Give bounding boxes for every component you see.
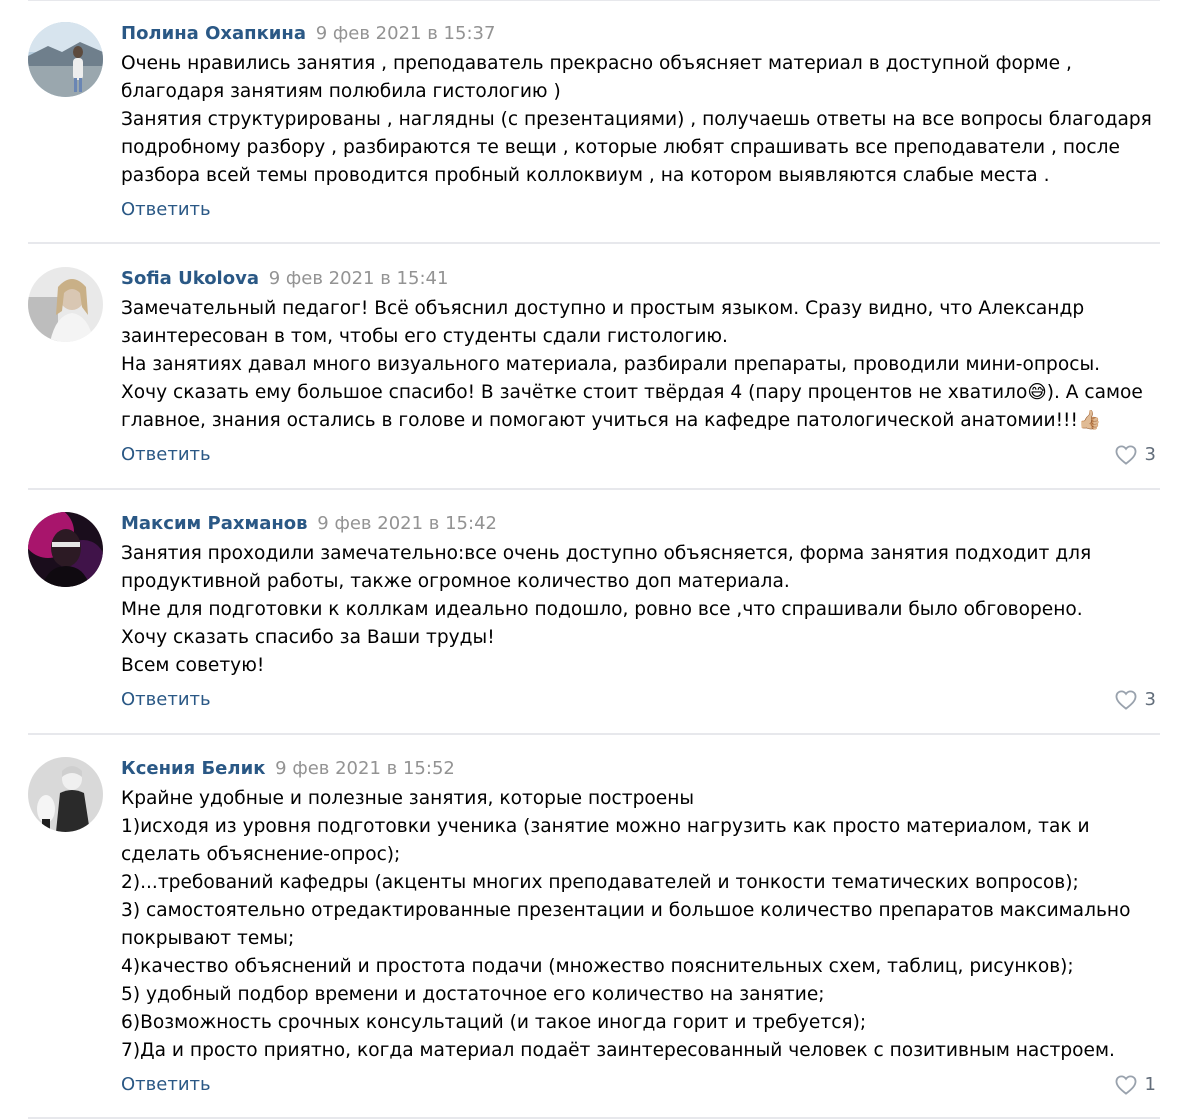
- reply-button[interactable]: Ответить: [121, 443, 211, 467]
- comment-divider: [28, 242, 1160, 244]
- text-line: 5) удобный подбор времени и достаточное …: [121, 984, 825, 1005]
- like-count: 3: [1144, 689, 1156, 710]
- heart-outline-icon: [1115, 690, 1137, 710]
- comment-text: Очень нравились занятия , преподаватель …: [121, 50, 1161, 190]
- comment: Ксения Белик 9 фев 2021 в 15:52 Крайне у…: [0, 757, 1190, 1117]
- comment-date[interactable]: 9 фев 2021 в 15:52: [275, 758, 455, 779]
- text-line: подробному разбору , разбираются те вещи…: [121, 137, 1120, 158]
- text-line: Всем советую!: [121, 655, 265, 676]
- comment-header: Максим Рахманов 9 фев 2021 в 15:42: [121, 512, 497, 536]
- text-line: продуктивной работы, также огромное коли…: [121, 571, 790, 592]
- like-button[interactable]: 1: [1115, 1073, 1156, 1097]
- comment: Максим Рахманов 9 фев 2021 в 15:42 Занят…: [0, 512, 1190, 734]
- like-button[interactable]: 3: [1115, 443, 1156, 467]
- avatar[interactable]: [28, 22, 103, 97]
- comment-divider: [28, 733, 1160, 735]
- comment: Sofia Ukolova 9 фев 2021 в 15:41 Замечат…: [0, 267, 1190, 489]
- avatar-photo-icon: [28, 757, 103, 832]
- text-line: Крайне удобные и полезные занятия, котор…: [121, 788, 695, 809]
- comment-text: Занятия проходили замечательно:все очень…: [121, 540, 1161, 680]
- comment-header: Полина Охапкина 9 фев 2021 в 15:37: [121, 22, 495, 46]
- text-line: 1)исходя из уровня подготовки ученика (з…: [121, 816, 1090, 837]
- avatar-photo-icon: [28, 267, 103, 342]
- comment-header: Sofia Ukolova 9 фев 2021 в 15:41: [121, 267, 448, 291]
- text-line: На занятиях давал много визуального мате…: [121, 354, 1101, 375]
- text-line: Хочу сказать спасибо за Ваши труды!: [121, 627, 495, 648]
- text-line: заинтересован в том, чтобы его студенты …: [121, 326, 728, 347]
- text-line: 3) самостоятельно отредактированные през…: [121, 900, 1131, 921]
- author-name[interactable]: Sofia Ukolova: [121, 268, 259, 289]
- top-divider: [28, 0, 1160, 1]
- avatar[interactable]: [28, 267, 103, 342]
- author-name[interactable]: Полина Охапкина: [121, 23, 306, 44]
- comments-feed: Полина Охапкина 9 фев 2021 в 15:37 Очень…: [0, 0, 1190, 1120]
- like-count: 1: [1144, 1074, 1156, 1095]
- text-line: благодаря занятиям полюбила гистологию ): [121, 81, 561, 102]
- text-line: Замечательный педагог! Всё объяснил дост…: [121, 298, 1085, 319]
- reply-button[interactable]: Ответить: [121, 198, 211, 222]
- comment-text: Замечательный педагог! Всё объяснил дост…: [121, 295, 1161, 435]
- author-name[interactable]: Максим Рахманов: [121, 513, 308, 534]
- reply-button[interactable]: Ответить: [121, 688, 211, 712]
- like-count: 3: [1144, 444, 1156, 465]
- text-line: главное, знания остались в голове и помо…: [121, 410, 1102, 431]
- comment-date[interactable]: 9 фев 2021 в 15:42: [317, 513, 497, 534]
- text-line: 6)Возможность срочных консультаций (и та…: [121, 1012, 867, 1033]
- text-line: Очень нравились занятия , преподаватель …: [121, 53, 1072, 74]
- comment-date[interactable]: 9 фев 2021 в 15:41: [269, 268, 449, 289]
- text-line: 4)качество объяснений и простота подачи …: [121, 956, 1074, 977]
- avatar[interactable]: [28, 757, 103, 832]
- text-line: сделать объяснение-опрос);: [121, 844, 401, 865]
- author-name[interactable]: Ксения Белик: [121, 758, 265, 779]
- avatar-photo-icon: [28, 22, 103, 97]
- text-line: Занятия проходили замечательно:все очень…: [121, 543, 1092, 564]
- text-line: Мне для подготовки к коллкам идеально по…: [121, 599, 1083, 620]
- comment: Полина Охапкина 9 фев 2021 в 15:37 Очень…: [0, 22, 1190, 244]
- text-line: 2)...требований кафедры (акценты многих …: [121, 872, 1079, 893]
- reply-button[interactable]: Ответить: [121, 1073, 211, 1097]
- text-line: 7)Да и просто приятно, когда материал по…: [121, 1040, 1115, 1061]
- heart-outline-icon: [1115, 1075, 1137, 1095]
- heart-outline-icon: [1115, 445, 1137, 465]
- text-line: покрывают темы;: [121, 928, 295, 949]
- comment-divider: [28, 488, 1160, 490]
- comment-date[interactable]: 9 фев 2021 в 15:37: [316, 23, 496, 44]
- text-line: Хочу сказать ему большое спасибо! В зачё…: [121, 382, 1143, 403]
- avatar-photo-icon: [28, 512, 103, 587]
- text-line: разбора всей темы проводится пробный кол…: [121, 165, 1050, 186]
- comment-text: Крайне удобные и полезные занятия, котор…: [121, 785, 1161, 1065]
- text-line: Занятия структурированы , наглядны (с пр…: [121, 109, 1152, 130]
- avatar[interactable]: [28, 512, 103, 587]
- comment-divider: [28, 1117, 1160, 1119]
- comment-header: Ксения Белик 9 фев 2021 в 15:52: [121, 757, 455, 781]
- like-button[interactable]: 3: [1115, 688, 1156, 712]
